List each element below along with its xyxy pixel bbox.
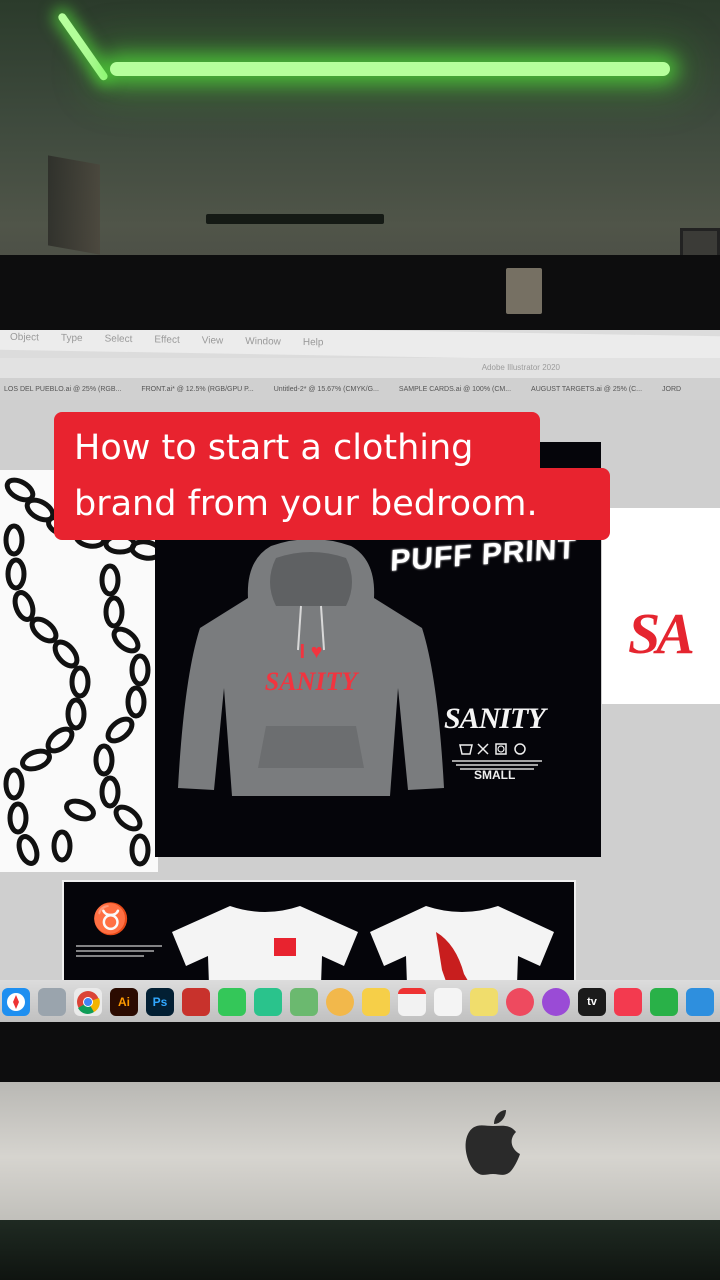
caption-line-1: How to start a clothing xyxy=(74,428,474,468)
menu-type[interactable]: Type xyxy=(61,332,83,343)
menu-window[interactable]: Window xyxy=(245,335,281,347)
facetime-icon[interactable] xyxy=(254,988,282,1016)
wall-hanger xyxy=(48,155,100,255)
menu-view[interactable]: View xyxy=(202,335,224,346)
wall-shelf xyxy=(206,214,384,224)
safari-icon[interactable] xyxy=(2,988,30,1016)
devil-logo-icon: ♉ xyxy=(92,903,130,936)
calendar-icon[interactable] xyxy=(398,988,426,1016)
keynote-icon[interactable] xyxy=(686,988,714,1016)
photo-booth-icon[interactable] xyxy=(182,988,210,1016)
care-symbols-icon xyxy=(458,742,538,756)
illustrator-icon[interactable]: Ai xyxy=(110,988,138,1016)
notes-icon[interactable] xyxy=(362,988,390,1016)
apple-tv-icon[interactable]: tv xyxy=(578,988,606,1016)
apple-logo-icon xyxy=(465,1110,520,1175)
caption-line-2: brand from your bedroom. xyxy=(74,484,538,524)
video-caption: How to start a clothing brand from your … xyxy=(54,412,610,540)
menu-object[interactable]: Object xyxy=(10,331,39,343)
menu-effect[interactable]: Effect xyxy=(154,334,179,345)
chrome-icon[interactable] xyxy=(74,988,102,1016)
sanity-logo-text: SANITY xyxy=(444,702,546,735)
doc-tab[interactable]: Untitled-2* @ 15.67% (CMYK/G... xyxy=(274,386,379,393)
menu-select[interactable]: Select xyxy=(105,333,133,344)
menu-help[interactable]: Help xyxy=(303,337,324,348)
webcam-cover xyxy=(506,268,542,314)
messages-icon[interactable] xyxy=(218,988,246,1016)
music-icon[interactable] xyxy=(506,988,534,1016)
doc-tab[interactable]: SAMPLE CARDS.ai @ 100% (CM... xyxy=(399,386,511,393)
hoodie-print-sanity-text: SANITY xyxy=(265,667,360,696)
doc-tab[interactable]: JORD xyxy=(662,386,681,393)
imac-chin xyxy=(0,1082,720,1232)
numbers-icon[interactable] xyxy=(650,988,678,1016)
doc-tab[interactable]: LOS DEL PUEBLO.ai @ 25% (RGB... xyxy=(4,386,121,393)
doc-tab[interactable]: AUGUST TARGETS.ai @ 25% (C... xyxy=(531,386,642,393)
macos-dock: Ai Ps tv xyxy=(0,980,720,1022)
stickies-icon[interactable] xyxy=(470,988,498,1016)
podcasts-icon[interactable] xyxy=(542,988,570,1016)
photos-icon[interactable] xyxy=(326,988,354,1016)
window-title: Adobe Illustrator 2020 xyxy=(0,358,720,378)
document-tabs: LOS DEL PUEBLO.ai @ 25% (RGB... FRONT.ai… xyxy=(0,378,720,400)
photoshop-icon[interactable]: Ps xyxy=(146,988,174,1016)
desk-surface xyxy=(0,1220,720,1280)
tshirt-fineprint xyxy=(76,945,162,957)
size-label: SMALL xyxy=(474,768,516,782)
led-strip-light xyxy=(110,62,670,76)
hoodie-print-heart-text: I ♥ xyxy=(300,641,323,663)
doc-tab[interactable]: FRONT.ai* @ 12.5% (RGB/GPU P... xyxy=(141,386,253,393)
sa-logo-text: SA xyxy=(628,601,695,666)
maps-icon[interactable] xyxy=(290,988,318,1016)
textedit-icon[interactable] xyxy=(434,988,462,1016)
news-icon[interactable] xyxy=(614,988,642,1016)
preview-icon[interactable] xyxy=(38,988,66,1016)
